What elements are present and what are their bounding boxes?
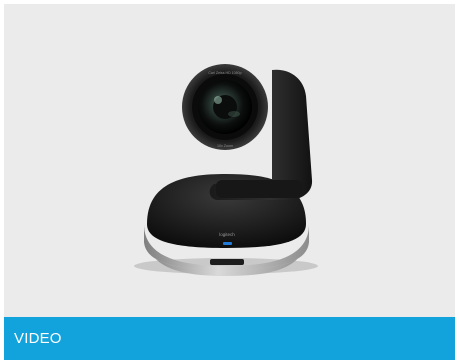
lens-text-top: Carl Zeiss HD 1080p (208, 71, 241, 75)
status-light (223, 242, 232, 245)
video-category-card[interactable]: logitech Carl Zeiss HD 1080p 10x Zoom VI… (4, 4, 455, 360)
product-image-area: logitech Carl Zeiss HD 1080p 10x Zoom (4, 4, 455, 316)
lens-text-bottom: 10x Zoom (217, 144, 233, 148)
caption-bar[interactable]: VIDEO (4, 317, 455, 360)
brand-logo-text: logitech (219, 232, 235, 237)
caption-label[interactable]: VIDEO (14, 317, 62, 360)
ptz-conference-camera-image: logitech Carl Zeiss HD 1080p 10x Zoom (134, 64, 318, 276)
base-front-slot (210, 259, 244, 265)
